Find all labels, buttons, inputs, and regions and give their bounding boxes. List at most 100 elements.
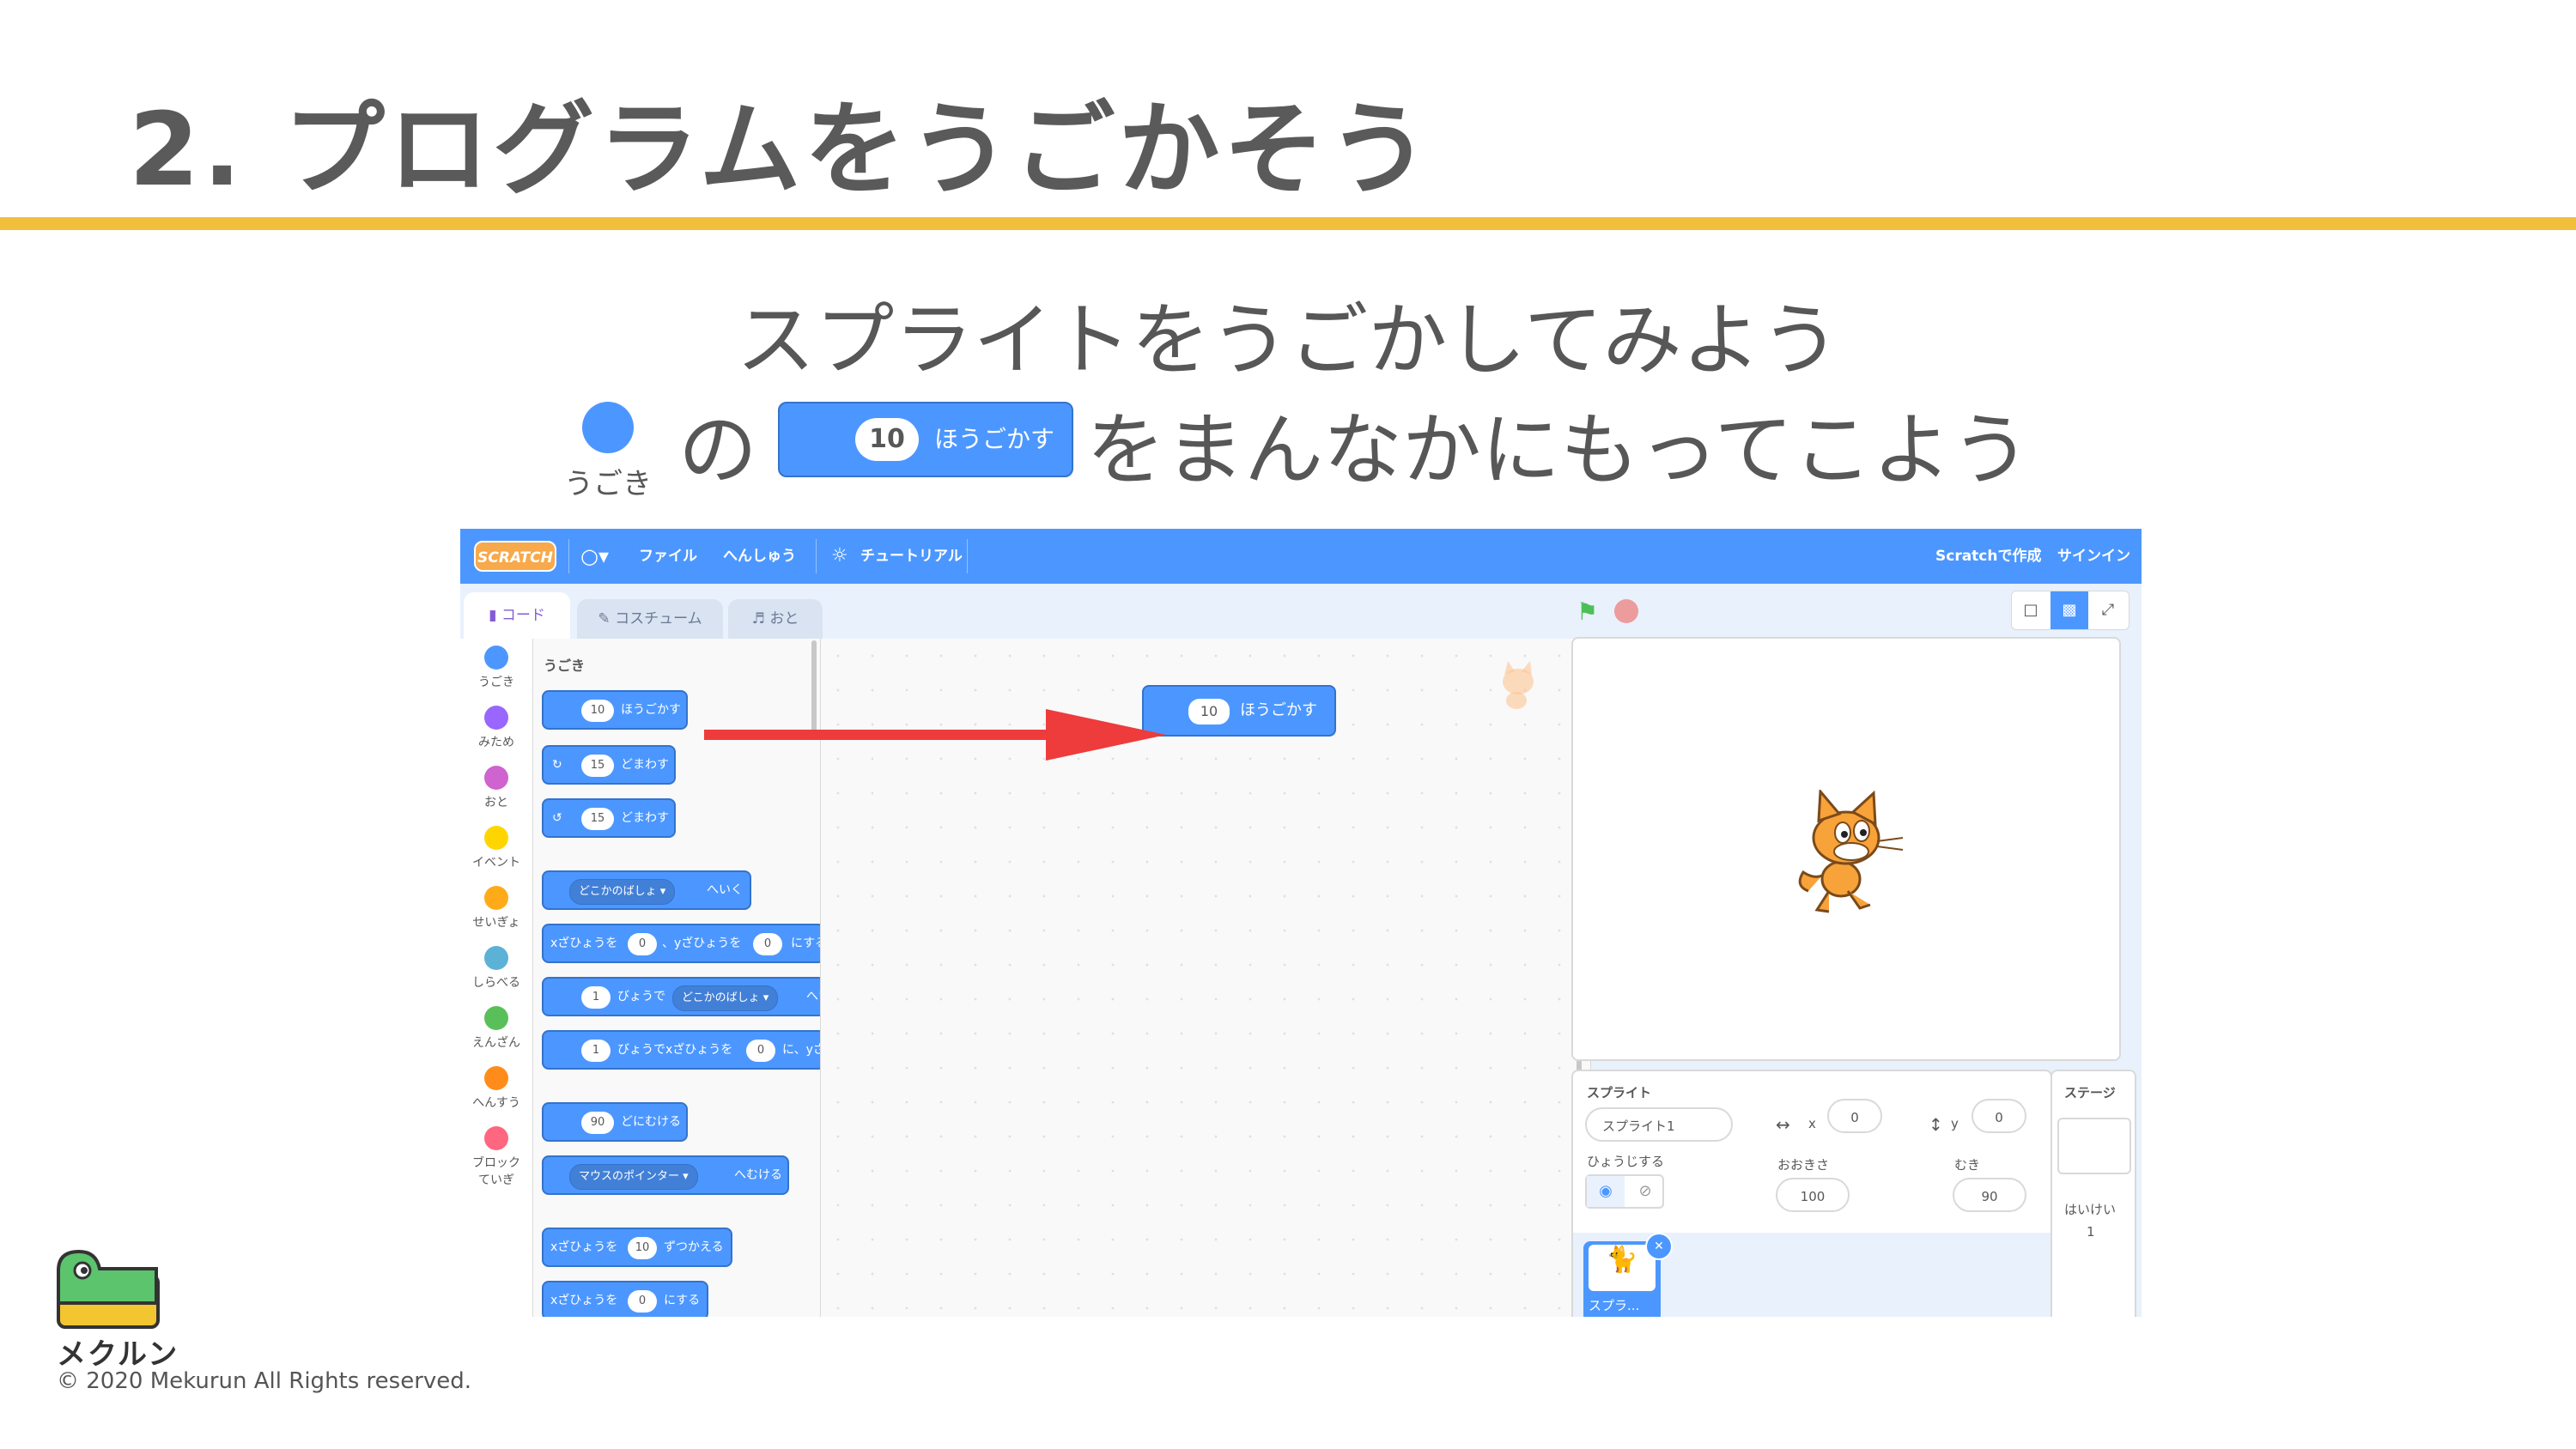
fullscreen-icon[interactable]: ⤢	[2089, 591, 2127, 629]
menu-edit[interactable]: へんしゅう	[723, 529, 796, 584]
mekurun-logo	[57, 1249, 161, 1329]
direction-label: むき	[1954, 1157, 1981, 1173]
sprite-info-panel: スプライト スプライト1 ↔ x 0 ↕ y 0 ひょうじする ◉ ⊘ おおきさ…	[1571, 1070, 2052, 1317]
glide-dropdown[interactable]: どこかのばしょ ▾	[672, 985, 779, 1011]
stage-canvas[interactable]	[1571, 637, 2121, 1061]
title-divider	[0, 217, 2576, 230]
sprite-thumbnail-cat-icon	[1491, 659, 1546, 719]
y-arrows-icon: ↕	[1929, 1114, 1943, 1135]
category-label: ブロックていぎ	[472, 1156, 520, 1187]
size-label: おおきさ	[1777, 1157, 1830, 1173]
block-label: ずつかえる	[664, 1240, 724, 1254]
palette-goto-xy-block[interactable]: xざひょうを 0 、yざひょうを 0 にする	[542, 924, 820, 963]
block-label: にする	[664, 1294, 701, 1307]
direction-input[interactable]: 90	[1953, 1178, 2026, 1212]
menu-create[interactable]: Scratchで作成	[1935, 529, 2041, 584]
show-label: ひょうじする	[1587, 1154, 1665, 1169]
block-input[interactable]: 0	[628, 933, 657, 955]
block-label: ほうごかす	[1240, 701, 1317, 719]
palette-glide-xy-block[interactable]: 1 びょうでxざひょうを 0 に、yざ	[542, 1030, 820, 1070]
palette-move-block[interactable]: 10 ほうごかす	[542, 690, 688, 730]
category-operators[interactable]: えんざん	[460, 1006, 532, 1051]
menu-tutorials[interactable]: チュートリアル	[860, 529, 963, 584]
block-input[interactable]: 10	[628, 1237, 657, 1259]
block-label: xざひょうを	[550, 1240, 618, 1254]
category-color-dot	[484, 766, 508, 790]
language-globe-icon[interactable]: ○▾	[580, 529, 609, 584]
category-sound[interactable]: おと	[460, 766, 532, 810]
menu-sign-in[interactable]: サインイン	[2057, 529, 2130, 584]
menu-divider	[816, 539, 817, 573]
palette-turn-left-block[interactable]: ↺ 15 どまわす	[542, 798, 676, 838]
dropdown-arrow-icon: ▾	[659, 885, 666, 898]
sprite-tile[interactable]: 🐈 スプラ... ✕	[1583, 1233, 1673, 1317]
block-input[interactable]: 1	[581, 986, 611, 1009]
palette-point-towards-block[interactable]: マウスのポインター ▾ へむける	[542, 1155, 789, 1195]
palette-turn-right-block[interactable]: ↻ 15 どまわす	[542, 745, 676, 785]
palette-set-x-block[interactable]: xざひょうを 0 にする	[542, 1281, 708, 1317]
palette-change-x-block[interactable]: xざひょうを 10 ずつかえる	[542, 1228, 732, 1267]
menu-bar: SCRATCH ○▾ ファイル へんしゅう ☼ チュートリアル Scratchで…	[460, 529, 2142, 584]
category-events[interactable]: イベント	[460, 826, 532, 870]
menu-divider	[568, 539, 569, 573]
block-input[interactable]: 15	[581, 808, 614, 830]
y-input[interactable]: 0	[1971, 1099, 2026, 1133]
y-label: y	[1951, 1116, 1959, 1131]
block-input[interactable]: 10	[1188, 699, 1230, 724]
x-input[interactable]: 0	[1827, 1099, 1882, 1133]
block-label: へい	[806, 990, 820, 1003]
motion-category-label: うごき	[564, 467, 652, 501]
category-looks[interactable]: みため	[460, 706, 532, 750]
show-eye-icon[interactable]: ◉	[1587, 1176, 1625, 1207]
block-input[interactable]: 1	[581, 1040, 611, 1062]
category-variables[interactable]: へんすう	[460, 1066, 532, 1111]
sprite-name-input[interactable]: スプライト1	[1585, 1107, 1733, 1142]
sprite-list: 🐈 スプラ... ✕	[1573, 1233, 2050, 1317]
palette-point-direction-block[interactable]: 90 どにむける	[542, 1102, 688, 1142]
green-flag-icon[interactable]: ⚑	[1577, 597, 1598, 626]
brand-name: メクルン	[57, 1337, 179, 1372]
x-arrows-icon: ↔	[1776, 1114, 1790, 1135]
slide-title: 2. プログラムをうごかそう	[129, 90, 1433, 209]
category-my-blocks[interactable]: ブロックていぎ	[460, 1126, 532, 1188]
scratch-logo[interactable]: SCRATCH	[474, 541, 556, 572]
scratch-cat-sprite[interactable]	[1791, 788, 1911, 922]
instruction-text: をまんなかにもってこよう	[1086, 404, 2031, 496]
tab-costumes[interactable]: ✎ コスチューム	[577, 599, 723, 639]
block-input[interactable]: 15	[581, 755, 614, 777]
hide-eye-icon[interactable]: ⊘	[1626, 1176, 1664, 1207]
size-input[interactable]: 100	[1776, 1178, 1850, 1212]
delete-sprite-icon[interactable]: ✕	[1645, 1233, 1673, 1260]
block-label: にする	[791, 937, 820, 950]
stage-selector-panel[interactable]: ステージ はいけい 1	[2050, 1070, 2136, 1317]
slide-subtitle: スプライトをうごかしてみよう	[736, 294, 1840, 386]
category-color-dot	[484, 706, 508, 730]
stage-thumbnail[interactable]	[2057, 1118, 2131, 1174]
block-input[interactable]: 10	[581, 700, 614, 722]
menu-file[interactable]: ファイル	[639, 529, 697, 584]
small-stage-icon[interactable]: □	[2012, 591, 2050, 629]
move-steps-value: 10	[855, 418, 919, 461]
palette-glide-block[interactable]: 1 びょうで どこかのばしょ ▾ へい	[542, 977, 820, 1016]
tab-sounds[interactable]: ♬ おと	[728, 599, 823, 639]
move-steps-label: ほうごかす	[934, 425, 1055, 453]
instruction-particle: の	[678, 404, 758, 496]
category-label: えんざん	[472, 1036, 520, 1050]
block-input[interactable]: 0	[746, 1040, 775, 1062]
block-input[interactable]: 90	[581, 1112, 614, 1134]
tab-code[interactable]: ▮ コード	[464, 592, 570, 639]
category-sensing[interactable]: しらべる	[460, 946, 532, 991]
block-input[interactable]: 0	[753, 933, 782, 955]
category-color-dot	[484, 826, 508, 850]
category-motion[interactable]: うごき	[460, 646, 532, 690]
point-towards-dropdown[interactable]: マウスのポインター ▾	[569, 1164, 698, 1190]
stop-icon[interactable]	[1614, 599, 1638, 623]
category-control[interactable]: せいぎょ	[460, 886, 532, 931]
normal-stage-icon[interactable]: ▩	[2050, 591, 2088, 629]
stage-size-controls: □ ▩ ⤢	[2011, 591, 2129, 630]
category-color-dot	[484, 886, 508, 910]
block-input[interactable]: 0	[628, 1290, 657, 1313]
palette-goto-block[interactable]: どこかのばしょ ▾ へいく	[542, 870, 751, 910]
goto-dropdown[interactable]: どこかのばしょ ▾	[569, 879, 676, 905]
move-steps-block-illustration: 10 ほうごかす	[778, 402, 1073, 477]
